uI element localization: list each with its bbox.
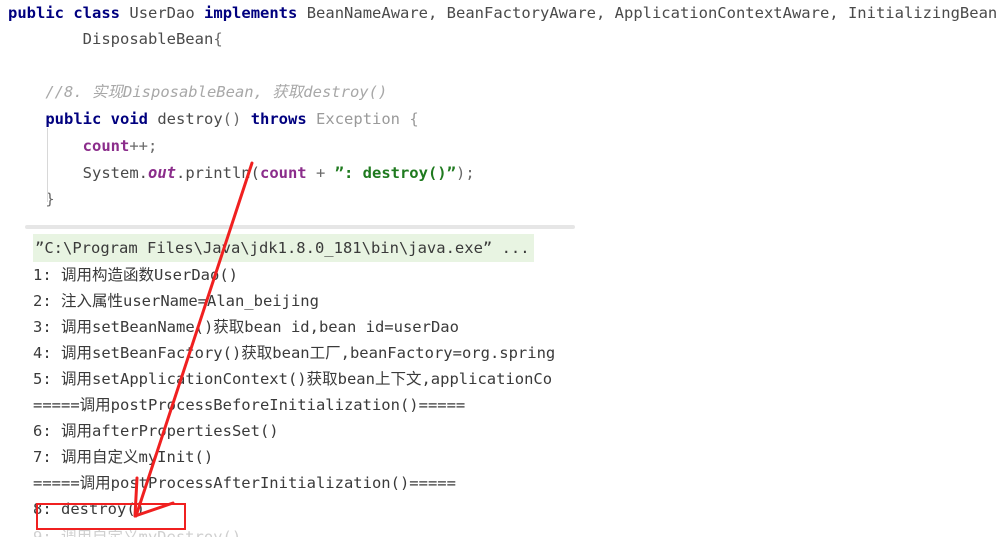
code-line-println: System.out.println(count + ”: destroy()”… [8, 162, 475, 184]
code-token: public [8, 4, 64, 22]
code-token: .println( [175, 164, 260, 182]
console-line-separator-after-init: =====调用postProcessAfterInitialization()=… [33, 474, 456, 492]
console-line-4: 4: 调用setBeanFactory()获取bean工厂,beanFactor… [33, 344, 556, 362]
code-token: out [147, 164, 176, 182]
editor-console-divider [25, 225, 575, 229]
code-token: UserDao [129, 4, 195, 22]
console-line-6: 6: 调用afterPropertiesSet() [33, 422, 279, 440]
code-token: count [82, 137, 130, 155]
code-token: destroy [157, 110, 223, 128]
code-token: void [110, 110, 148, 128]
code-token: { [213, 30, 223, 48]
code-line-destroy-signature: public void destroy() throws Exception { [8, 108, 419, 130]
console-line-2: 2: 注入属性userName=Alan_beijing [33, 292, 319, 310]
code-line-count-increment: count++; [8, 135, 158, 157]
code-token: + [306, 164, 335, 182]
code-line-class-declaration-2: DisposableBean{ [8, 28, 223, 50]
code-token: ++; [129, 137, 158, 155]
code-token: { [409, 110, 419, 128]
console-line-1: 1: 调用构造函数UserDao() [33, 266, 238, 284]
code-token: () [222, 110, 242, 128]
code-token: //8. 实现DisposableBean, 获取destroy() [8, 83, 388, 101]
console-output-pane[interactable]: ”C:\Program Files\Java\jdk1.8.0_181\bin\… [0, 232, 1000, 537]
code-token: BeanNameAware, BeanFactoryAware, Applica… [306, 4, 1000, 22]
console-line-8-destroy: 8: destroy() [33, 500, 145, 518]
console-line-3: 3: 调用setBeanName()获取bean id,bean id=user… [33, 318, 459, 336]
code-token: count [259, 164, 307, 182]
code-token: throws [250, 110, 307, 128]
code-token: public [45, 110, 102, 128]
code-editor-pane[interactable]: public class UserDao implements BeanName… [0, 0, 1000, 226]
code-token: Exception [316, 110, 401, 128]
code-token: ”: destroy()” [334, 164, 456, 182]
console-line-9-partial: 9: 调用自定义myDestroy() [33, 528, 242, 537]
code-line-class-declaration-1: public class UserDao implements BeanName… [8, 2, 1000, 24]
console-line-separator-before-init: =====调用postProcessBeforeInitialization()… [33, 396, 466, 414]
console-line-5: 5: 调用setApplicationContext()获取bean上下文,ap… [33, 370, 553, 388]
code-token: System. [82, 164, 148, 182]
code-token: ); [455, 164, 475, 182]
code-line-comment: //8. 实现DisposableBean, 获取destroy() [8, 81, 387, 103]
code-token: DisposableBean [8, 30, 214, 48]
code-token: implements [204, 4, 298, 22]
console-line-7: 7: 调用自定义myInit() [33, 448, 214, 466]
indent-guide-line [47, 128, 48, 202]
code-token: class [73, 4, 121, 22]
console-command-header: ”C:\Program Files\Java\jdk1.8.0_181\bin\… [33, 234, 534, 262]
